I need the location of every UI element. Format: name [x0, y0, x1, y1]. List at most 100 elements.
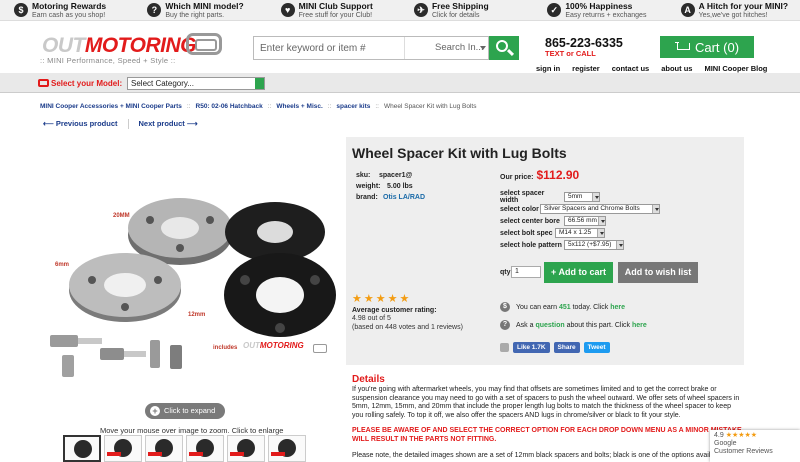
- cart-button[interactable]: Cart (0): [660, 36, 754, 58]
- earn-here-link[interactable]: here: [610, 304, 625, 311]
- label-20mm: 20MM: [113, 213, 130, 219]
- google-reviews-badge[interactable]: 4.9 ★★★★★ Google Customer Reviews: [710, 430, 800, 462]
- breadcrumb-separator: ::: [186, 103, 191, 110]
- promo-text: A Hitch for your MINI? Yes,we've got hitc…: [698, 0, 789, 20]
- chevron-down-icon: [592, 193, 599, 201]
- price-label: Our price:: [500, 174, 534, 181]
- facebook-like-button[interactable]: Like 1.7K: [513, 342, 550, 353]
- phone-number[interactable]: 865-223-6335: [545, 36, 623, 50]
- breadcrumb-link[interactable]: R50: 02-06 Hatchback: [196, 103, 263, 110]
- mini-car-icon: [313, 344, 327, 353]
- spacer-width-select[interactable]: 5mm: [564, 192, 600, 202]
- thumbnail-image: [74, 440, 92, 458]
- promo-item[interactable]: ? Which MINI model? Buy the right parts.: [133, 0, 266, 21]
- divider: [127, 119, 129, 129]
- details-body: If you're going with aftermarket wheels,…: [352, 386, 740, 420]
- breadcrumb: MINI Cooper Accessories + MINI Cooper Pa…: [40, 103, 477, 110]
- question-link[interactable]: question: [535, 322, 564, 329]
- color-select[interactable]: Silver Spacers and Chrome Bolts: [540, 204, 660, 214]
- add-to-cart-button[interactable]: + Add to cart: [544, 262, 613, 283]
- promo-item[interactable]: $ Motoring Rewards Earn cash as you shop!: [0, 0, 133, 21]
- breadcrumb-link[interactable]: MINI Cooper Accessories + MINI Cooper Pa…: [40, 103, 182, 110]
- star-icon: ★: [363, 293, 374, 305]
- promo-sub: Free stuff for your Club!: [298, 11, 373, 19]
- thumbnail[interactable]: [268, 435, 306, 462]
- thumbnail[interactable]: [145, 435, 183, 462]
- mini-car-icon: [186, 33, 222, 55]
- next-product-link[interactable]: Next product ⟶: [139, 119, 198, 129]
- bolt-spec-select[interactable]: M14 x 1.25: [555, 228, 605, 238]
- select-value: 5mm: [568, 193, 583, 200]
- model-select[interactable]: Select Category...: [127, 77, 265, 90]
- chevron-down-icon: [480, 46, 486, 50]
- star-icon: ★: [387, 293, 398, 305]
- promo-text: MINI Club Support Free stuff for your Clu…: [298, 1, 373, 20]
- search-icon-handle: [506, 48, 515, 57]
- link-contact-us[interactable]: contact us: [612, 64, 650, 73]
- ask-pre: Ask a: [516, 321, 534, 329]
- weight-label: weight:: [356, 183, 381, 190]
- thumbnail-logo: [189, 452, 203, 456]
- previous-product-link[interactable]: ⟵ Previous product: [43, 119, 118, 129]
- chevron-down-icon: [598, 217, 605, 225]
- promo-title: Free Shipping: [431, 0, 489, 11]
- search-category-dropdown[interactable]: Search In...: [404, 37, 490, 59]
- star-icon: ★: [352, 293, 362, 305]
- dollar-icon: $: [14, 3, 28, 17]
- label-6mm: 6mm: [55, 262, 70, 268]
- thumbnail[interactable]: [63, 435, 101, 462]
- link-about-us[interactable]: about us: [661, 64, 692, 73]
- add-to-wishlist-button[interactable]: Add to wish list: [618, 262, 698, 283]
- product-image[interactable]: [40, 140, 340, 400]
- tweet-button[interactable]: Tweet: [583, 342, 610, 353]
- cart-label: Cart (0): [694, 39, 740, 55]
- facebook-share-button[interactable]: Share: [553, 342, 580, 353]
- google-score: 4.9: [714, 432, 724, 439]
- breadcrumb-link[interactable]: Wheels + Misc.: [276, 103, 322, 110]
- qty-input[interactable]: 1: [511, 266, 541, 278]
- promo-title: A Hitch for your MINI?: [698, 0, 789, 11]
- center-bore-select[interactable]: 66.56 mm: [564, 216, 606, 226]
- link-register[interactable]: register: [572, 64, 600, 73]
- hitch-icon: A: [680, 3, 695, 17]
- link-blog[interactable]: MINI Cooper Blog: [704, 64, 767, 73]
- link-sign-in[interactable]: sign in: [536, 64, 560, 73]
- ask-here-link[interactable]: here: [632, 322, 647, 329]
- thumbnail-strip: [63, 435, 306, 462]
- label-12mm: 12mm: [188, 312, 206, 318]
- thumbnail[interactable]: [104, 435, 142, 462]
- rating-block: ★ ★ ★ ★ ★ Average customer rating: 4.98 out …: [352, 294, 472, 332]
- thumbnail[interactable]: [186, 435, 224, 462]
- option-label: select spacer width: [500, 190, 545, 204]
- promo-item[interactable]: ✈ Free Shipping Click for details: [400, 0, 533, 21]
- promo-item[interactable]: ♥ MINI Club Support Free stuff for your Cl…: [267, 0, 400, 21]
- promo-sub: Yes,we've got hitches!: [698, 11, 768, 19]
- rating-stars: ★ ★ ★ ★ ★: [352, 294, 472, 305]
- google-name: Google: [714, 440, 737, 447]
- question-icon: ?: [147, 3, 162, 17]
- thumbnail[interactable]: [227, 435, 265, 462]
- promo-item[interactable]: AA Hitch for your MINI? Yes,we've got hit…: [667, 0, 800, 21]
- search-box: Search In...: [253, 36, 489, 60]
- thumbnail-logo: [148, 452, 162, 456]
- earn-rewards: $ You can earn 451 today. Click here: [500, 302, 625, 312]
- product-title: Wheel Spacer Kit with Lug Bolts: [352, 145, 567, 161]
- breadcrumb-link[interactable]: spacer kits: [336, 103, 370, 110]
- earn-mid: today. Click: [572, 303, 609, 311]
- thumbnail-logo: [230, 452, 244, 456]
- zoom-hint: Move your mouse over image to zoom. Clic…: [100, 426, 284, 435]
- breadcrumb-current: Wheel Spacer Kit with Lug Bolts: [384, 103, 477, 110]
- search-category-label: Search In...: [435, 42, 484, 53]
- brand-link[interactable]: Otis LA/RAD: [383, 192, 425, 203]
- expand-button[interactable]: + Click to expand: [145, 403, 225, 419]
- hole-pattern-select[interactable]: 5x112 (+$7.95): [564, 240, 624, 250]
- search-input[interactable]: [254, 37, 404, 59]
- club-icon: ♥: [280, 3, 295, 17]
- car-icon: [38, 79, 49, 87]
- search-button[interactable]: [489, 36, 519, 60]
- promo-text: Free Shipping Click for details: [431, 0, 489, 20]
- sku-label: sku:: [356, 172, 371, 179]
- expand-label: Click to expand: [164, 406, 216, 415]
- email-icon[interactable]: [500, 343, 509, 352]
- promo-item[interactable]: ✓ 100% Happiness Easy returns + exchanges: [533, 0, 666, 21]
